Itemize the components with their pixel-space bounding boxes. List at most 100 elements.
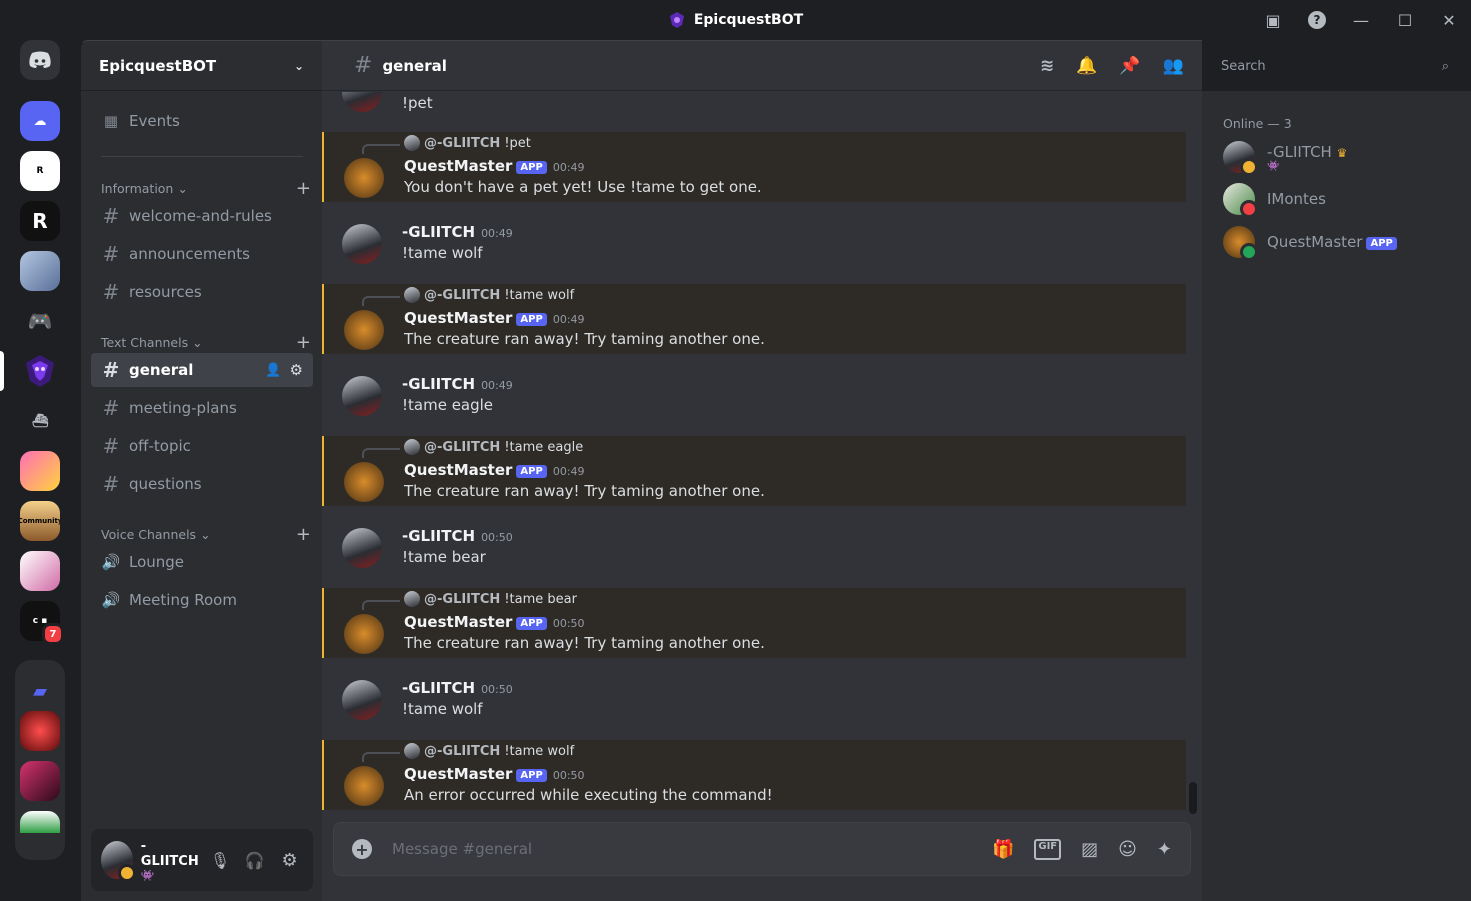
category-information[interactable]: Information ⌄ +	[101, 178, 311, 199]
author-name[interactable]: -GLIITCH	[402, 223, 475, 241]
headphones-icon[interactable]: 🎧	[241, 851, 268, 870]
threads-icon[interactable]: ≋	[1040, 56, 1054, 76]
author-name[interactable]: QuestMaster	[404, 461, 512, 479]
avatar[interactable]	[342, 680, 382, 720]
reply-preview[interactable]: @-GLIITCH !tame wolf	[404, 287, 574, 303]
server-header[interactable]: EpicquestBOT ⌄	[81, 41, 322, 91]
search-input[interactable]: Search ⌕	[1213, 51, 1457, 81]
message-bot: @-GLIITCH !tame wolf QuestMaster APP 00:49…	[322, 284, 1186, 354]
hash-icon: #	[102, 396, 120, 420]
server-group-icon[interactable]: c ▪ 7	[20, 601, 64, 645]
author-name[interactable]: -GLIITCH	[402, 679, 475, 697]
add-channel-icon[interactable]: +	[296, 332, 311, 353]
avatar[interactable]	[342, 224, 382, 264]
member-list-icon[interactable]: 👥	[1163, 56, 1184, 76]
server-epicquest-icon[interactable]	[20, 351, 60, 391]
add-attachment-icon[interactable]: +	[352, 839, 372, 859]
category-text-channels[interactable]: Text Channels ⌄ +	[101, 332, 311, 353]
maximize-icon[interactable]: ☐	[1383, 0, 1427, 40]
channel-meeting-plans[interactable]: # meeting-plans	[91, 391, 313, 425]
message-text: The creature ran away! Try taming anothe…	[404, 482, 765, 500]
server-r-icon[interactable]: R	[20, 201, 60, 241]
discord-home-icon[interactable]	[20, 40, 60, 80]
sticker-icon[interactable]: ▨	[1081, 839, 1098, 860]
folder-icon[interactable]: ▰	[20, 671, 60, 711]
author-name[interactable]: -GLIITCH	[402, 375, 475, 393]
voice-channel-lounge[interactable]: 🔊 Lounge	[91, 545, 313, 579]
server-avatar-icon[interactable]	[20, 551, 60, 591]
channel-general[interactable]: # general 👤 ⚙	[91, 353, 313, 387]
avatar[interactable]	[344, 614, 384, 654]
avatar[interactable]	[344, 462, 384, 502]
channel-off-topic[interactable]: # off-topic	[91, 429, 313, 463]
scrollbar-thumb[interactable]	[1189, 782, 1197, 814]
avatar	[1223, 141, 1258, 176]
channel-announcements[interactable]: # announcements	[91, 237, 313, 271]
timestamp: 00:49	[552, 161, 585, 174]
avatar[interactable]	[344, 310, 384, 350]
close-icon[interactable]: ✕	[1427, 0, 1471, 40]
crown-icon: ♛	[1336, 145, 1348, 160]
server-ship-icon[interactable]: ⛴	[20, 401, 60, 441]
message: -GLIITCH 00:50 !tame wolf	[322, 678, 1186, 728]
timestamp: 00:49	[552, 313, 585, 326]
channel-resources[interactable]: # resources	[91, 275, 313, 309]
add-channel-icon[interactable]: +	[296, 524, 311, 545]
server-demon-icon[interactable]	[20, 711, 60, 751]
category-voice-channels[interactable]: Voice Channels ⌄ +	[101, 524, 311, 545]
help-icon[interactable]: ?	[1295, 0, 1339, 40]
avatar[interactable]	[101, 841, 136, 882]
server-anime-icon[interactable]	[20, 251, 60, 291]
channel-questions[interactable]: # questions	[91, 467, 313, 501]
microphone-icon[interactable]: 🎙	[207, 851, 234, 870]
emoji-icon[interactable]: ☺	[1118, 839, 1137, 860]
server-cloud-icon[interactable]: ☁	[20, 101, 60, 141]
reply-text: !tame bear	[504, 591, 577, 607]
avatar[interactable]	[342, 92, 382, 112]
reply-preview[interactable]: @-GLIITCH !pet	[404, 135, 531, 151]
minimize-icon[interactable]: —	[1339, 0, 1383, 40]
server-leaf-icon[interactable]	[20, 811, 60, 833]
invite-icon[interactable]: 👤	[265, 363, 281, 378]
gif-icon[interactable]: GIF	[1034, 838, 1062, 860]
settings-gear-icon[interactable]: ⚙	[276, 850, 303, 871]
add-channel-icon[interactable]: +	[296, 178, 311, 199]
author-name[interactable]: -GLIITCH	[402, 527, 475, 545]
author-name[interactable]: QuestMaster	[404, 765, 512, 783]
avatar[interactable]	[344, 766, 384, 806]
message-input[interactable]: Message #general	[392, 840, 992, 858]
inbox-icon[interactable]: ▣	[1251, 0, 1295, 40]
member-item[interactable]: IMontes	[1223, 183, 1326, 218]
avatar[interactable]	[342, 376, 382, 416]
avatar[interactable]	[344, 158, 384, 198]
gift-icon[interactable]: 🎁	[992, 839, 1014, 860]
member-item[interactable]: -GLIITCH ♛ 👾	[1223, 141, 1348, 176]
hash-icon: #	[102, 434, 120, 458]
channel-welcome-and-rules[interactable]: # welcome-and-rules	[91, 199, 313, 233]
bell-icon[interactable]: 🔔	[1076, 56, 1097, 76]
server-cartoon-icon[interactable]	[20, 451, 60, 491]
reply-connector	[362, 296, 400, 306]
user-panel: -GLIITCH 👾 🎙 🎧 ⚙	[91, 829, 313, 891]
channel-label: resources	[129, 283, 202, 301]
reply-preview[interactable]: @-GLIITCH !tame wolf	[404, 743, 574, 759]
server-community-icon[interactable]: Community	[20, 501, 60, 541]
voice-channel-meeting-room[interactable]: 🔊 Meeting Room	[91, 583, 313, 617]
message-composer[interactable]: + Message #general 🎁 GIF ▨ ☺ ✦	[333, 822, 1191, 876]
author-name[interactable]: QuestMaster	[404, 309, 512, 327]
server-gamepad-icon[interactable]: 🎮	[20, 301, 60, 341]
timestamp: 00:49	[552, 465, 585, 478]
author-name[interactable]: QuestMaster	[404, 157, 512, 175]
reply-preview[interactable]: @-GLIITCH !tame eagle	[404, 439, 583, 455]
gear-icon[interactable]: ⚙	[290, 361, 303, 379]
apps-icon[interactable]: ✦	[1157, 839, 1172, 860]
server-ninja-icon[interactable]	[20, 761, 60, 801]
reply-preview[interactable]: @-GLIITCH !tame bear	[404, 591, 577, 607]
avatar[interactable]	[342, 528, 382, 568]
member-item[interactable]: QuestMaster APP	[1223, 226, 1397, 261]
author-name[interactable]: QuestMaster	[404, 613, 512, 631]
server-revolution-icon[interactable]: R	[20, 151, 60, 191]
events-item[interactable]: ▦ Events	[91, 104, 313, 138]
pin-icon[interactable]: 📌	[1119, 56, 1140, 76]
chevron-down-icon: ⌄	[192, 335, 203, 350]
